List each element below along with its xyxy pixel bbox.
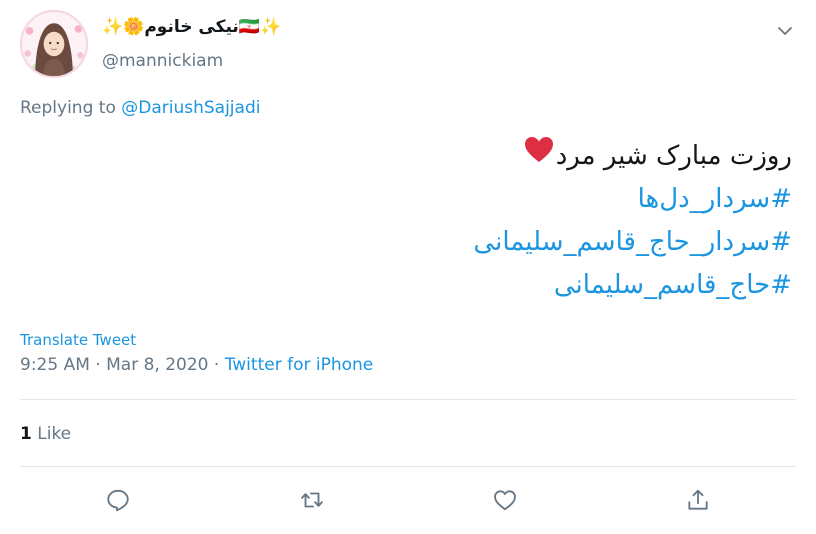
tweet-body: روزت مبارک شیر مرد #سردار_دل‌ها #سردار_ح…: [473, 135, 792, 307]
chevron-down-icon[interactable]: [774, 20, 796, 42]
heart-icon: [494, 490, 516, 511]
display-name-text: نیکی خانوم: [144, 17, 239, 37]
flower-emoji: 🌼: [123, 17, 145, 37]
reply-button[interactable]: [101, 483, 135, 517]
iran-flag-emoji: 🇮🇷: [238, 17, 260, 37]
red-heart-emoji: [524, 135, 554, 178]
translate-tweet-link[interactable]: Translate Tweet: [20, 331, 136, 349]
replying-to-mention[interactable]: @DariushSajjadi: [121, 98, 260, 118]
sparkles-emoji-left: ✨: [102, 17, 124, 37]
meta-separator: ·: [95, 355, 101, 375]
share-button[interactable]: [681, 483, 715, 517]
display-name[interactable]: ✨🌼نیکی خانوم🇮🇷✨: [102, 17, 281, 37]
likes-count[interactable]: 1 Like: [20, 424, 71, 444]
divider: [20, 466, 796, 467]
retweet-button[interactable]: [295, 483, 329, 517]
replying-to: Replying to @DariushSajjadi: [20, 98, 260, 118]
avatar-illustration: [22, 12, 86, 76]
hashtag-link[interactable]: #سردار_حاج_قاسم_سلیمانی: [473, 221, 792, 264]
avatar[interactable]: [20, 10, 88, 78]
reply-icon: [107, 489, 129, 512]
tweet-text-line: روزت مبارک شیر مرد: [473, 135, 792, 178]
tweet-date[interactable]: Mar 8, 2020: [106, 355, 208, 375]
share-icon: [688, 489, 708, 510]
sparkles-emoji-right: ✨: [259, 17, 282, 37]
tweet-metadata: 9:25 AM · Mar 8, 2020 · Twitter for iPho…: [20, 355, 373, 375]
divider: [20, 399, 796, 400]
like-button[interactable]: [488, 483, 522, 517]
meta-separator: ·: [213, 355, 220, 375]
tweet-source-link[interactable]: Twitter for iPhone: [225, 355, 374, 375]
likes-label: Like: [37, 424, 72, 444]
user-handle[interactable]: @mannickiam: [102, 51, 223, 71]
hashtag-link[interactable]: #حاج_قاسم_سلیمانی: [473, 264, 792, 307]
replying-to-label: Replying to: [20, 98, 116, 118]
tweet-text: روزت مبارک شیر مرد: [555, 141, 792, 171]
retweet-icon: [301, 492, 323, 508]
likes-number: 1: [20, 424, 32, 444]
tweet-time[interactable]: 9:25 AM: [20, 355, 90, 375]
hashtag-link[interactable]: #سردار_دل‌ها: [473, 178, 792, 221]
